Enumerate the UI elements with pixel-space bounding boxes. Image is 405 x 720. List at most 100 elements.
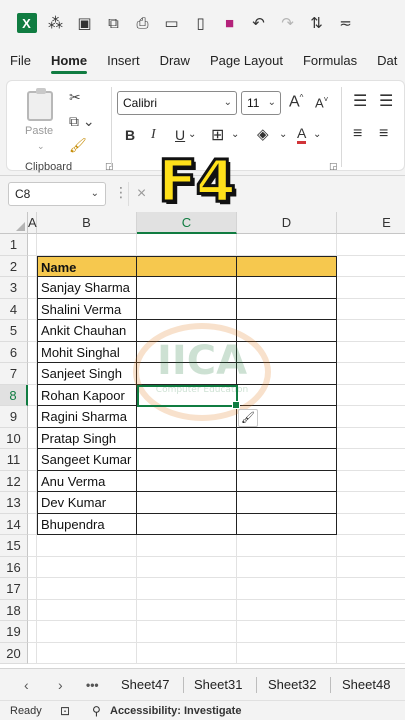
- row-header-15[interactable]: 15: [0, 535, 28, 557]
- cell-e13[interactable]: [337, 492, 405, 514]
- cell-d10[interactable]: [237, 427, 337, 449]
- grow-font-button[interactable]: A^: [289, 93, 303, 111]
- cell-b12[interactable]: Anu Verma: [37, 470, 137, 492]
- cell-a9[interactable]: [28, 406, 37, 428]
- italic-button[interactable]: I: [151, 127, 156, 143]
- next-sheet-icon[interactable]: ›: [58, 669, 63, 700]
- cell-e1[interactable]: [337, 234, 405, 256]
- cell-e8[interactable]: [337, 385, 405, 406]
- underline-dropdown-icon[interactable]: ⌄: [188, 129, 196, 140]
- column-header-a[interactable]: A: [28, 212, 37, 234]
- cell-a2[interactable]: [28, 255, 37, 277]
- cut-icon[interactable]: ✂: [69, 89, 81, 106]
- cell-c19[interactable]: [137, 621, 237, 643]
- clipboard-launcher-icon[interactable]: ◲: [105, 161, 114, 172]
- cell-a13[interactable]: [28, 492, 37, 514]
- redo-icon[interactable]: ↷: [273, 9, 302, 38]
- cell-e7[interactable]: [337, 363, 405, 385]
- row-header-10[interactable]: 10: [0, 427, 28, 449]
- cell-e6[interactable]: [337, 342, 405, 363]
- align-center-icon[interactable]: ≡: [379, 125, 388, 143]
- more-sheets-button[interactable]: •••: [86, 669, 99, 700]
- row-header-9[interactable]: 9: [0, 406, 28, 428]
- cell-b6[interactable]: Mohit Singhal: [37, 341, 137, 363]
- undo-icon[interactable]: ↶: [244, 9, 273, 38]
- column-header-b[interactable]: B: [37, 212, 137, 234]
- shrink-font-button[interactable]: A˅: [315, 95, 328, 110]
- cell-d6[interactable]: [237, 341, 337, 363]
- cell-d11[interactable]: [237, 449, 337, 471]
- cell-a12[interactable]: [28, 470, 37, 492]
- row-header-5[interactable]: 5: [0, 320, 28, 342]
- row-header-19[interactable]: 19: [0, 621, 28, 643]
- cell-c2[interactable]: [137, 255, 237, 277]
- row-header-1[interactable]: 1: [0, 234, 28, 256]
- tab-insert[interactable]: Insert: [97, 46, 150, 76]
- column-header-e[interactable]: E: [337, 212, 405, 234]
- camera-icon[interactable]: ▣: [70, 9, 99, 38]
- row-header-13[interactable]: 13: [0, 492, 28, 514]
- sheet-tab[interactable]: Sheet47: [121, 669, 169, 700]
- sheet-tab[interactable]: Sheet31: [194, 669, 242, 700]
- save-icon[interactable]: ■: [215, 9, 244, 38]
- accessibility-icon[interactable]: ⚲: [92, 701, 101, 720]
- cell-c16[interactable]: [137, 556, 237, 578]
- cell-b10[interactable]: Pratap Singh: [37, 427, 137, 449]
- cell-d16[interactable]: [237, 556, 337, 578]
- cell-a19[interactable]: [28, 621, 37, 643]
- align-left-icon[interactable]: ≡: [353, 125, 362, 143]
- underline-button[interactable]: U: [175, 127, 185, 143]
- cell-a3[interactable]: [28, 277, 37, 299]
- cell-e15[interactable]: [337, 535, 405, 557]
- customize-icon[interactable]: ≂: [331, 9, 360, 38]
- cell-a5[interactable]: [28, 320, 37, 342]
- spell-icon[interactable]: ⁂: [41, 9, 70, 38]
- format-painter-icon[interactable]: 🖌: [69, 137, 87, 154]
- cell-d20[interactable]: [237, 642, 337, 664]
- column-header-c[interactable]: C: [137, 212, 237, 234]
- cell-b8[interactable]: Rohan Kapoor: [37, 384, 137, 406]
- row-header-3[interactable]: 3: [0, 277, 28, 299]
- cell-a8[interactable]: [28, 384, 37, 406]
- cell-a17[interactable]: [28, 578, 37, 600]
- cell-d15[interactable]: [237, 535, 337, 557]
- cell-c15[interactable]: [137, 535, 237, 557]
- cell-c14[interactable]: [137, 513, 237, 535]
- cell-a16[interactable]: [28, 556, 37, 578]
- cell-c3[interactable]: [137, 277, 237, 299]
- font-launcher-icon[interactable]: ◲: [329, 161, 338, 172]
- align-top-icon[interactable]: ☰: [353, 91, 367, 111]
- row-header-18[interactable]: 18: [0, 599, 28, 621]
- font-size-select[interactable]: 11 ⌄: [241, 91, 281, 115]
- sheet-tab[interactable]: Sheet48: [342, 669, 390, 700]
- align-middle-icon[interactable]: ☰: [379, 91, 393, 111]
- accessibility-status[interactable]: Accessibility: Investigate: [110, 701, 241, 720]
- cell-e11[interactable]: [337, 449, 405, 471]
- cell-a14[interactable]: [28, 513, 37, 535]
- tab-page-layout[interactable]: Page Layout: [200, 46, 293, 76]
- fill-color-icon[interactable]: ◈: [257, 125, 269, 143]
- cell-c1[interactable]: [137, 234, 237, 256]
- cell-b13[interactable]: Dev Kumar: [37, 492, 137, 514]
- cell-c9[interactable]: [137, 406, 237, 428]
- bold-button[interactable]: B: [125, 127, 135, 143]
- tab-home[interactable]: Home: [41, 46, 97, 76]
- font-name-select[interactable]: Calibri ⌄: [117, 91, 237, 115]
- cell-b19[interactable]: [37, 621, 137, 643]
- paste-dropdown-icon[interactable]: ⌄: [37, 141, 45, 152]
- cell-e14[interactable]: [337, 514, 405, 535]
- sheet-tab[interactable]: Sheet32: [268, 669, 316, 700]
- paste-label[interactable]: Paste: [25, 125, 53, 137]
- tab-file[interactable]: File: [0, 46, 41, 76]
- tab-draw[interactable]: Draw: [150, 46, 200, 76]
- cell-a18[interactable]: [28, 599, 37, 621]
- cell-e4[interactable]: [337, 299, 405, 320]
- cell-d5[interactable]: [237, 320, 337, 342]
- cell-a4[interactable]: [28, 298, 37, 320]
- row-header-20[interactable]: 20: [0, 642, 28, 664]
- cell-d13[interactable]: [237, 492, 337, 514]
- macro-record-icon[interactable]: ⊡: [60, 701, 70, 720]
- cell-e5[interactable]: [337, 320, 405, 342]
- cell-e12[interactable]: [337, 471, 405, 492]
- cell-b2[interactable]: Name: [37, 255, 137, 277]
